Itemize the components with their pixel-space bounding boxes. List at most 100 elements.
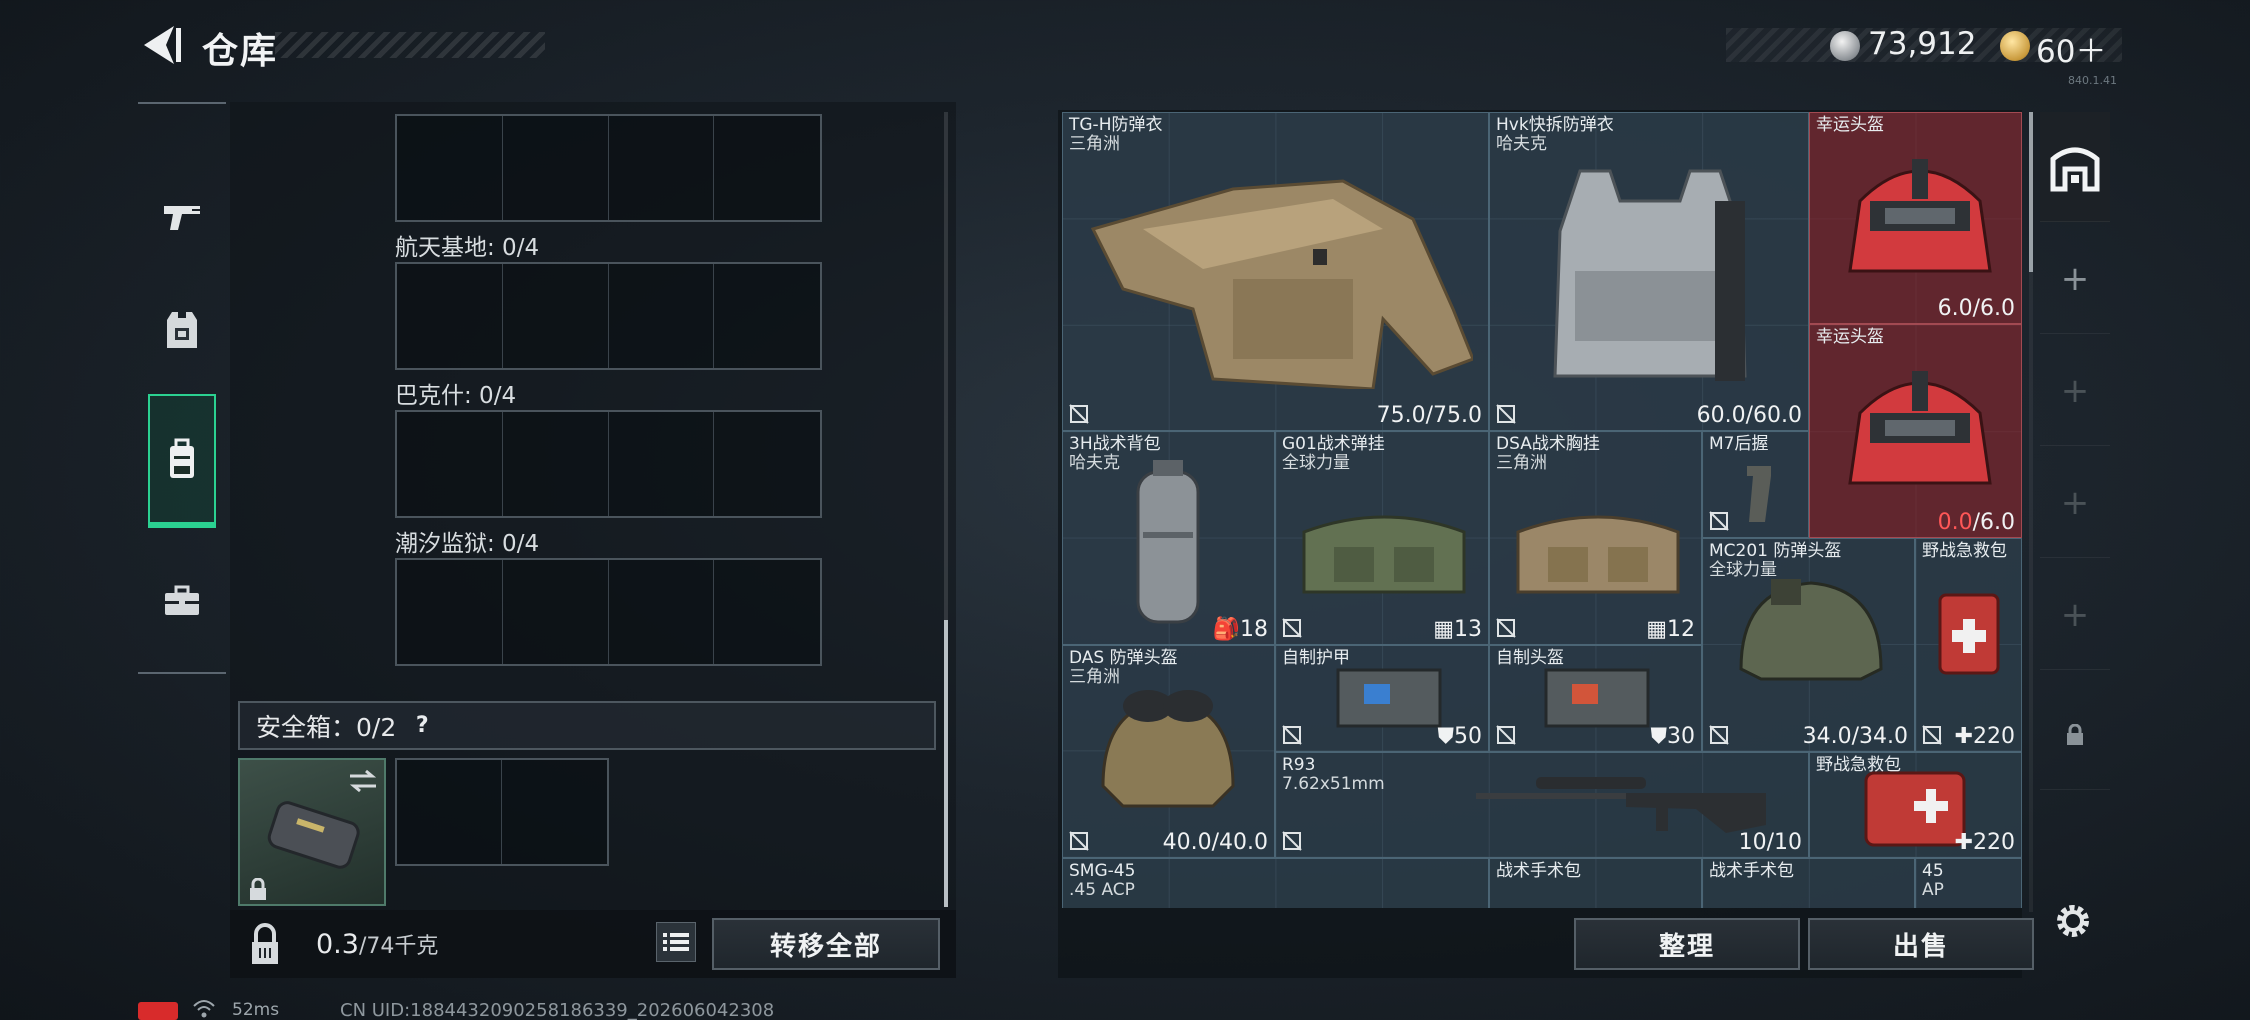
container-grid-aerospace-base[interactable] [395,262,822,370]
section-label-bakhsh: 巴克什: 0/4 [395,383,517,409]
container-grid-bakhsh[interactable] [395,410,822,518]
stash-item-smg45[interactable]: SMG-45 .45 ACP [1062,858,1489,908]
stash-item-r93-rifle[interactable]: R93 7.62x51mm 10/10 [1275,752,1809,858]
category-weapons[interactable] [138,152,226,282]
version-tag: 840.1.41 [2068,74,2117,87]
stash-item-homemade-armor[interactable]: 自制护甲 ⛊50 [1275,645,1489,752]
stash-item-surgical-kit[interactable]: 战术手术包 [1489,858,1702,908]
armor-vest-icon [167,312,197,348]
item-protection-value: 50 [1454,724,1482,749]
stash-item-homemade-helmet[interactable]: 自制头盔 ⛊30 [1489,645,1702,752]
armor-vest-art [1090,179,1473,389]
safe-box-help-button[interactable]: ? [410,713,434,738]
item-durability: 6.0/6.0 [1937,296,2015,321]
item-protection-value: 30 [1667,724,1695,749]
item-origin: 全球力量 [1282,453,1350,473]
plate-carrier-art [1553,169,1747,381]
stash-item-hvk-armor[interactable]: Hvk快拆防弹衣 哈夫克 60.0/60.0 [1489,112,1809,431]
stash-item-first-aid-kit[interactable]: 野战急救包 ✚220 [1915,538,2022,752]
safe-box-slot[interactable] [395,758,609,866]
medkit-art [1938,593,2000,675]
stash-item-dsa-rig[interactable]: DSA战术胸挂 三角洲 ▦12 [1489,431,1702,645]
uninsured-icon [1282,725,1302,745]
container-grid-top[interactable] [395,114,822,222]
uninsured-icon [1709,725,1729,745]
stash-item-g01-rig[interactable]: G01战术弹挂 全球力量 ▦13 [1275,431,1489,645]
back-button[interactable] [138,22,184,68]
stash-tab-main[interactable] [2040,112,2110,222]
item-durability-max: /6.0 [1972,510,2015,535]
transfer-all-button[interactable]: 转移全部 [712,918,940,970]
wifi-icon [193,1000,215,1018]
stash-grid: TG-H防弹衣 三角洲 75.0/75.0 Hvk快拆防弹衣 哈夫克 60.0/… [1062,112,2022,908]
uninsured-icon [1709,511,1729,531]
section-label-tidal-prison: 潮汐监狱: 0/4 [395,531,540,557]
title-decoration [275,32,545,58]
item-durability-current: 0.0 [1937,510,1973,535]
settings-gear-icon[interactable] [2050,898,2096,944]
plus-icon: + [2060,258,2090,299]
backpack-art [1136,460,1200,624]
stash-item-surgical-kit[interactable]: 战术手术包 [1702,858,1915,908]
toolbox-icon [165,585,199,615]
gold-balance-add-button[interactable]: 60＋ [2036,26,2106,71]
battery-low-icon [138,1002,178,1020]
weight-readout: 0.3/74千克 [316,928,438,960]
stash-item-mc201-helmet[interactable]: MC201 防弹头盔 全球力量 34.0/34.0 [1702,538,1915,752]
stash-item-lucky-helmet[interactable]: 幸运头盔 6.0/6.0 [1809,112,2022,324]
medkit-art [1864,771,1966,847]
stash-item-das-helmet[interactable]: DAS 防弹头盔 三角洲 40.0/40.0 [1062,645,1275,858]
crate-art [1544,668,1650,728]
safe-box-case[interactable] [238,758,386,906]
duffel-bag-art [1302,515,1466,594]
item-name: R93 [1282,755,1316,775]
item-capacity-value: 18 [1240,617,1268,642]
item-durability: 40.0/40.0 [1162,830,1268,855]
sort-button[interactable]: 整理 [1574,918,1800,970]
item-uses: ✚220 [1954,830,2015,855]
item-name: 战术手术包 [1496,861,1581,881]
section-label-aerospace-base: 航天基地: 0/4 [395,235,540,261]
uninsured-icon [1282,618,1302,638]
swap-icon[interactable] [348,768,378,794]
stash-tab-add[interactable]: + [2040,448,2110,558]
stash-item-first-aid-kit[interactable]: 野战急救包 ✚220 [1809,752,2022,858]
grip-art [1747,466,1771,522]
container-scroll-thumb[interactable] [944,620,948,907]
item-durability: 75.0/75.0 [1376,403,1482,428]
helmet-art [1848,159,1992,273]
safe-box-header: 安全箱：0/2 ? [238,701,936,750]
lock-button[interactable] [238,918,292,972]
container-grid-tidal-prison[interactable] [395,558,822,666]
stash-item-m7-grip[interactable]: M7后握 [1702,431,1809,538]
stash-item-45-ammo[interactable]: 45 AP [1915,858,2022,908]
item-name: 3H战术背包 [1069,434,1161,454]
category-misc[interactable] [138,536,226,666]
item-caliber: .45 ACP [1069,880,1135,900]
list-view-button[interactable] [656,922,696,962]
stash-tab-add[interactable]: + [2040,336,2110,446]
item-origin: 哈夫克 [1069,453,1120,473]
sell-button[interactable]: 出售 [1808,918,2034,970]
stash-tab-add[interactable]: + [2040,560,2110,670]
combat-helmet-art [1739,579,1883,681]
stash-scroll-thumb[interactable] [2029,112,2033,272]
lock-icon [2067,723,2083,745]
stash-item-3h-backpack[interactable]: 3H战术背包 哈夫克 🎒18 [1062,431,1275,645]
network-ping: 52ms [232,1000,280,1020]
stash-item-lucky-helmet[interactable]: 幸运头盔 0.0/6.0 [1809,324,2022,538]
category-gear[interactable] [148,394,216,528]
stash-tab-locked[interactable] [2040,680,2110,790]
stash-item-tgh-armor[interactable]: TG-H防弹衣 三角洲 75.0/75.0 [1062,112,1489,431]
stash-tab-add[interactable]: + [2040,224,2110,334]
item-protection: ⛊50 [1437,724,1482,749]
user-uid: CN UID:1884432090258186339_202606042308 [340,1000,775,1020]
item-name: 战术手术包 [1709,861,1794,881]
category-armor[interactable] [138,266,226,396]
uninsured-icon [1069,831,1089,851]
item-ammo: 10/10 [1738,830,1802,855]
uninsured-icon [1496,404,1516,424]
item-durability: 34.0/34.0 [1802,724,1908,749]
sniper-rifle-art [1476,777,1766,833]
item-origin: 三角洲 [1069,134,1120,154]
